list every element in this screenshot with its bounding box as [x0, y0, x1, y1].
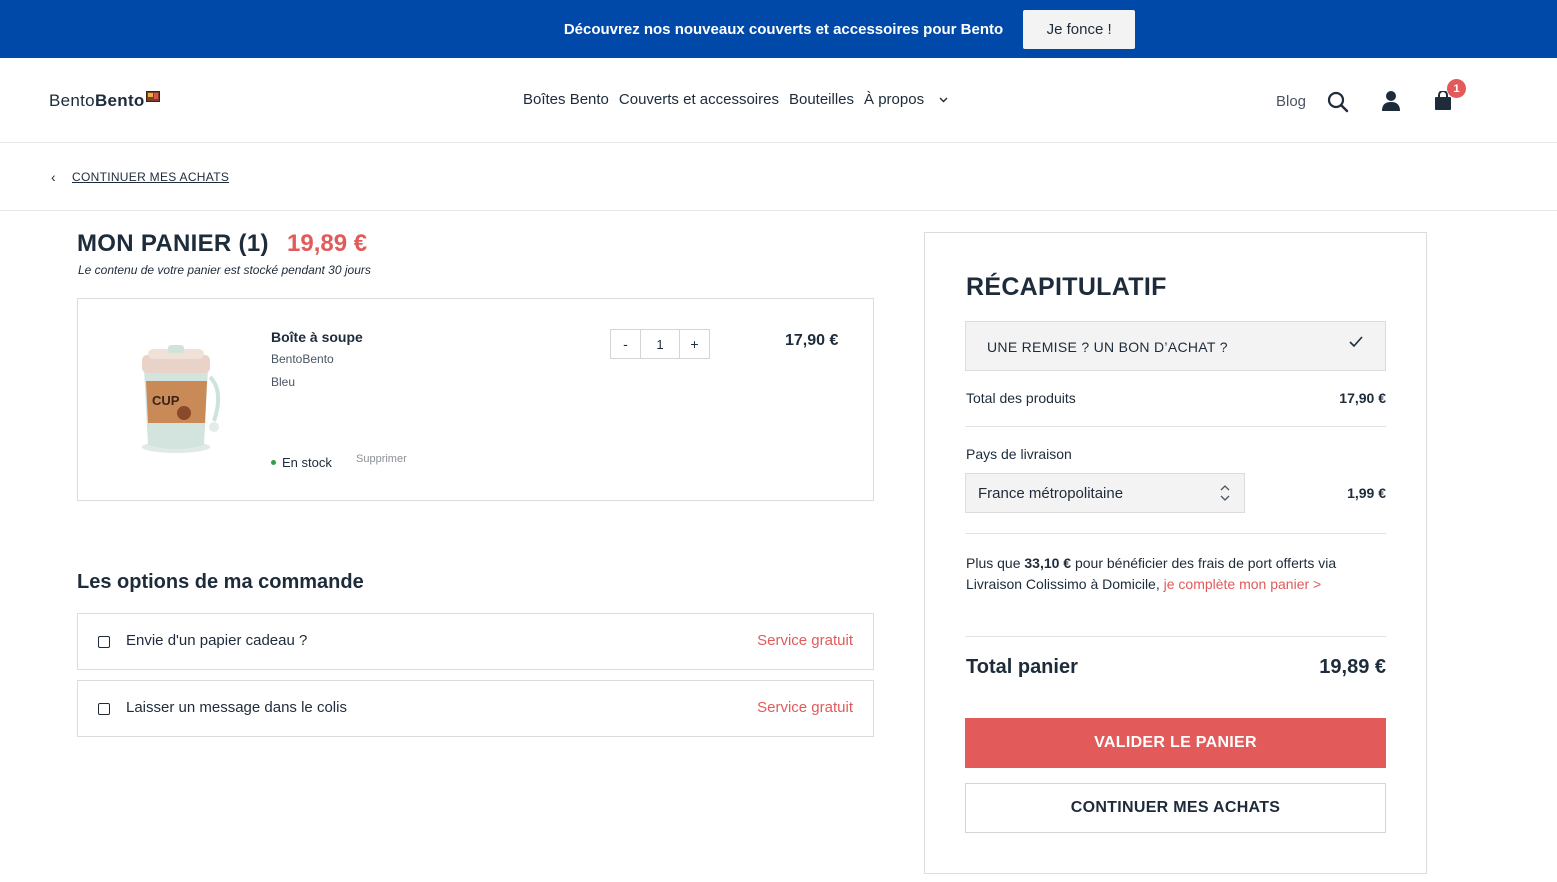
select-arrows-icon — [1220, 484, 1230, 502]
country-label: Pays de livraison — [966, 446, 1072, 462]
product-image[interactable]: CUP — [138, 341, 228, 456]
products-total-label: Total des produits — [966, 390, 1076, 406]
cart-total-value: 19,89 € — [1319, 656, 1386, 678]
product-name[interactable]: Boîte à soupe — [271, 329, 363, 345]
free-shipping-note: Plus que 33,10 € pour bénéficier des fra… — [966, 553, 1386, 595]
country-select[interactable]: France métropolitaine — [965, 473, 1245, 513]
remove-item-link[interactable]: Supprimer — [356, 453, 407, 465]
chevron-left-icon[interactable]: ‹ — [51, 169, 56, 185]
chevron-down-icon — [939, 94, 948, 106]
announcement-bar: Découvrez nos nouveaux couverts et acces… — [0, 0, 1557, 58]
quantity-decrease-button[interactable]: - — [610, 329, 641, 359]
option-price-tag: Service gratuit — [757, 699, 853, 716]
nav-item-couverts[interactable]: Couverts et accessoires — [619, 91, 779, 108]
nav-item-boites-bento[interactable]: Boîtes Bento — [523, 91, 609, 108]
site-header: Bento Bento Boîtes Bento Couverts et acce… — [0, 58, 1557, 143]
cart-total-label: Total panier — [966, 656, 1078, 678]
shipping-note-prefix: Plus que — [966, 555, 1025, 571]
continue-shopping-link[interactable]: CONTINUER MES ACHATS — [72, 170, 229, 184]
promo-code-label: UNE REMISE ? UN BON D’ACHAT ? — [987, 339, 1228, 355]
nav-item-a-propos[interactable]: À propos — [864, 91, 958, 108]
check-icon — [1349, 335, 1363, 353]
stock-status: En stock — [271, 455, 332, 470]
nav-item-a-propos-label: À propos — [864, 91, 925, 108]
cart-count-badge: 1 — [1447, 79, 1466, 98]
logo[interactable]: Bento Bento — [49, 91, 160, 111]
blog-link[interactable]: Blog — [1276, 93, 1306, 110]
announcement-text: Découvrez nos nouveaux couverts et acces… — [563, 20, 1004, 38]
product-brand: BentoBento — [271, 352, 334, 366]
in-stock-dot-icon — [271, 460, 276, 465]
validate-cart-button[interactable]: VALIDER LE PANIER — [965, 718, 1386, 768]
option-label: Envie d'un papier cadeau ? — [126, 632, 308, 649]
user-icon[interactable] — [1381, 90, 1401, 112]
divider — [965, 636, 1386, 637]
announcement-cta-button[interactable]: Je fonce ! — [1023, 9, 1136, 49]
products-total-value: 17,90 € — [1339, 390, 1386, 406]
shipping-note-amount: 33,10 € — [1024, 555, 1072, 571]
logo-text-bold: Bento — [94, 91, 145, 110]
message-checkbox[interactable] — [98, 703, 110, 715]
cart-item: CUP Boîte à soupe BentoBento Bleu En sto… — [77, 298, 874, 501]
promo-code-toggle[interactable]: UNE REMISE ? UN BON D’ACHAT ? — [965, 321, 1386, 371]
option-label: Laisser un message dans le colis — [126, 699, 347, 716]
option-price-tag: Service gratuit — [757, 632, 853, 649]
quantity-input[interactable]: 1 — [641, 329, 679, 359]
option-message[interactable]: Laisser un message dans le colis Service… — [77, 680, 874, 737]
gift-wrap-checkbox[interactable] — [98, 636, 110, 648]
shipping-cost: 1,99 € — [1347, 485, 1386, 501]
complete-cart-link[interactable]: je complète mon panier > — [1164, 576, 1322, 592]
bento-box-logo-icon — [145, 91, 160, 102]
breadcrumb: ‹ CONTINUER MES ACHATS — [0, 143, 1557, 211]
nav-item-bouteilles[interactable]: Bouteilles — [789, 91, 854, 108]
svg-text:CUP: CUP — [152, 393, 180, 408]
cart-title: MON PANIER (1) — [77, 230, 269, 257]
divider — [965, 533, 1386, 534]
logo-text-light: Bento — [49, 91, 95, 110]
continue-shopping-button[interactable]: CONTINUER MES ACHATS — [965, 783, 1386, 833]
main-nav: Boîtes Bento Couverts et accessoires Bou… — [523, 91, 968, 108]
quantity-stepper: - 1 + — [610, 329, 710, 359]
order-summary: RÉCAPITULATIF UNE REMISE ? UN BON D’ACHA… — [924, 232, 1427, 874]
divider — [965, 426, 1386, 427]
order-options-title: Les options de ma commande — [77, 571, 364, 593]
product-color: Bleu — [271, 375, 296, 389]
summary-title: RÉCAPITULATIF — [966, 273, 1167, 301]
option-gift-wrap[interactable]: Envie d'un papier cadeau ? Service gratu… — [77, 613, 874, 670]
search-icon[interactable] — [1327, 91, 1349, 113]
country-select-value: France métropolitaine — [978, 485, 1124, 502]
product-price: 17,90 € — [785, 332, 839, 349]
cart-total-heading: 19,89 € — [287, 230, 368, 257]
stock-status-label: En stock — [282, 455, 332, 470]
quantity-increase-button[interactable]: + — [679, 329, 710, 359]
cart-storage-note: Le contenu de votre panier est stocké pe… — [78, 263, 371, 277]
